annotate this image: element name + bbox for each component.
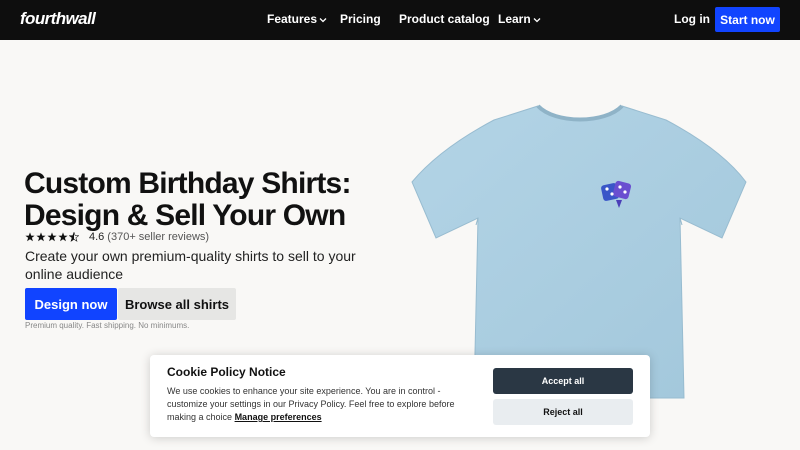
star-rating [25, 232, 79, 242]
fourthwall-logo[interactable]: fourthwall [20, 9, 96, 29]
cookie-text: We use cookies to enhance your site expe… [167, 385, 467, 424]
hero-subtitle: Create your own premium-quality shirts t… [25, 248, 356, 282]
chevron-down-icon [533, 18, 541, 23]
nav-item-features[interactable]: Features [267, 12, 328, 26]
cookie-banner: Cookie Policy Notice We use cookies to e… [150, 355, 650, 437]
chevron-down-icon [319, 18, 327, 23]
accept-all-button[interactable]: Accept all [493, 368, 633, 394]
reject-all-button[interactable]: Reject all [493, 399, 633, 425]
star-icon [58, 232, 68, 242]
fine-print: Premium quality. Fast shipping. No minim… [25, 321, 190, 330]
top-nav: fourthwall Features Pricing Product cata… [0, 0, 800, 40]
star-icon [36, 232, 46, 242]
nav-item-learn[interactable]: Learn [498, 12, 542, 26]
manage-preferences-link[interactable]: Manage preferences [235, 412, 322, 422]
login-link[interactable]: Log in [674, 12, 710, 26]
title-line-2: Design & Sell Your Own [24, 199, 346, 232]
nav-item-pricing[interactable]: Pricing [340, 12, 381, 26]
design-now-button[interactable]: Design now [25, 288, 117, 320]
start-now-button[interactable]: Start now [715, 7, 780, 32]
browse-all-shirts-button[interactable]: Browse all shirts [118, 288, 236, 320]
rating-value: 4.6 [89, 231, 105, 243]
star-icon [25, 232, 35, 242]
title-line-1: Custom Birthday Shirts: [24, 167, 351, 200]
nav-item-label: Pricing [340, 12, 381, 26]
star-icon [47, 232, 57, 242]
review-count: (370+ seller reviews) [107, 231, 210, 243]
nav-item-product-catalog[interactable]: Product catalog [399, 12, 490, 26]
half-star-icon [69, 232, 79, 242]
nav-item-label: Learn [498, 12, 531, 26]
cookie-title: Cookie Policy Notice [167, 365, 286, 379]
nav-item-label: Features [267, 12, 318, 26]
rating-row: 4.6 (370+ seller reviews) [25, 230, 209, 244]
nav-item-label: Product catalog [399, 12, 490, 26]
page-title: Custom Birthday Shirts: Design & Sell Yo… [24, 168, 404, 232]
